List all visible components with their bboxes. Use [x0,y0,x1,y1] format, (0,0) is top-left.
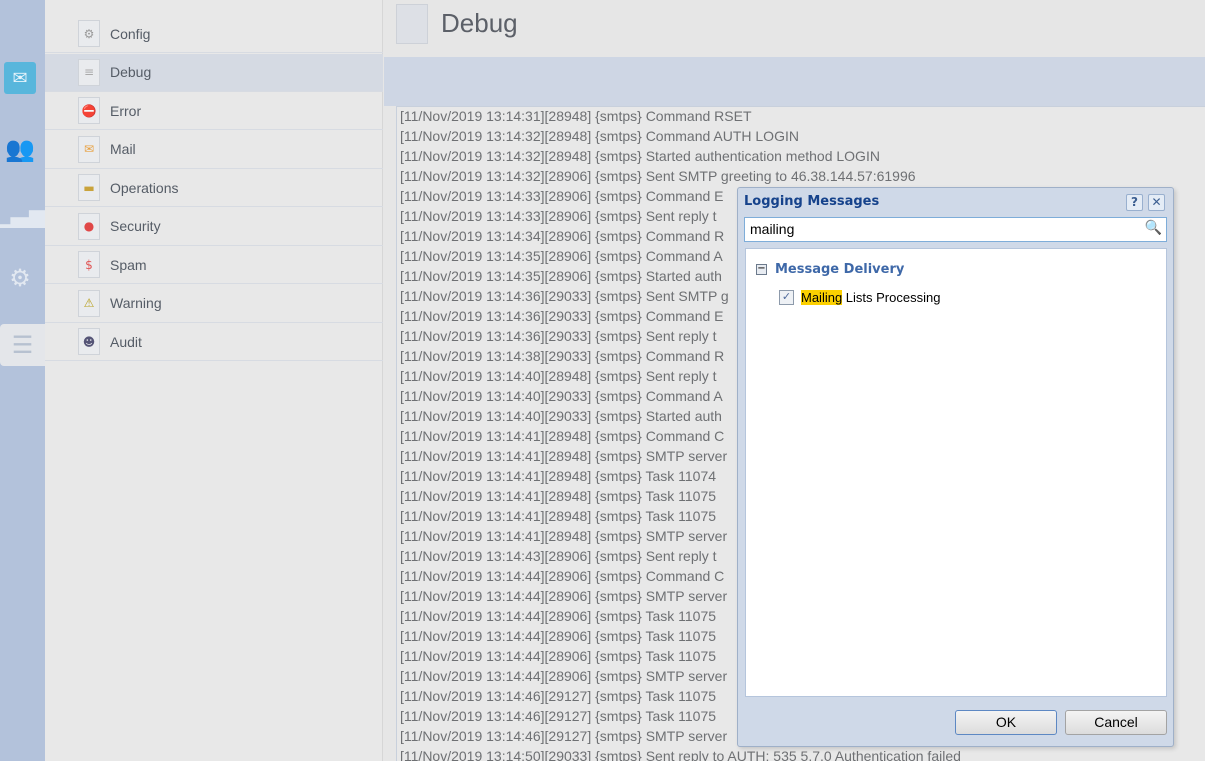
menu-item-label: Operations [110,179,179,196]
item-label: Lists Processing [842,290,941,305]
menu-item-label: Mail [110,141,136,157]
ok-button[interactable]: OK [955,710,1057,735]
gear-doc-icon: ⚙ [78,20,100,47]
envelope-icon: ✉ [78,135,100,163]
warning-icon: ⚠ [78,289,100,317]
menu-item-label: Warning [110,295,162,311]
search-icon[interactable]: 🔍 [1145,220,1162,236]
logging-messages-dialog: Logging Messages ? ✕ 🔍 − Message Deliver… [737,187,1174,747]
shield-icon: ● [78,212,100,240]
dialog-title: Logging Messages [744,194,880,209]
menu-item-spam[interactable]: $ Spam [45,246,383,284]
menu-item-config[interactable]: ⚙ Config [45,15,383,53]
log-type-menu: ⚙ Config ≡ Debug ⛔ Error ✉ Mail ▬ Operations ● Secu… [45,0,383,761]
search-input[interactable] [745,218,1135,240]
menu-item-operations[interactable]: ▬ Operations [45,169,383,207]
mail-icon[interactable]: ✉ [4,62,36,94]
collapse-icon[interactable]: − [756,264,767,275]
users-icon[interactable]: 👥 [4,133,36,165]
menu-item-label: Security [110,218,161,234]
tree-group[interactable]: − Message Delivery [756,262,904,277]
menu-item-label: Spam [110,256,147,273]
document-icon [396,4,428,44]
gear-icon[interactable]: ⚙ [4,262,36,294]
database-icon: ▬ [78,174,100,201]
logs-icon[interactable]: ☰ [0,324,45,366]
menu-item-debug[interactable]: ≡ Debug [45,53,383,92]
menu-item-security[interactable]: ● Security [45,208,383,246]
search-field: 🔍 [744,217,1167,242]
message-tree: − Message Delivery ✓ Mailing Lists Proce… [745,248,1167,697]
log-line: [11/Nov/2019 13:14:31][28948] {smtps} Co… [400,108,752,124]
close-button[interactable]: ✕ [1148,194,1165,211]
checkbox[interactable]: ✓ [779,290,794,305]
menu-item-label: Config [110,25,151,42]
page-header: Debug [384,0,1205,57]
search-highlight: Mailing [801,290,843,305]
log-line: [11/Nov/2019 13:14:32][28948] {smtps} St… [400,148,880,164]
menu-item-mail[interactable]: ✉ Mail [45,131,383,169]
help-button[interactable]: ? [1126,194,1143,211]
cancel-button[interactable]: Cancel [1065,710,1167,735]
menu-item-audit[interactable]: ☻ Audit [45,323,383,361]
group-label: Message Delivery [775,262,905,277]
log-line: [11/Nov/2019 13:14:32][28948] {smtps} Co… [400,128,799,144]
menu-item-label: Debug [110,64,152,80]
menu-item-warning[interactable]: ⚠ Warning [45,285,383,323]
error-icon: ⛔ [78,97,100,124]
log-line: [11/Nov/2019 13:14:50][29033] {smtps} Se… [400,748,961,761]
user-icon: ☻ [78,328,100,355]
stats-icon[interactable]: ▁▃▅ [0,198,48,230]
menu-item-label: Audit [110,333,142,350]
document-icon: ≡ [78,58,100,86]
toolbar-band [384,57,1205,106]
log-line: [11/Nov/2019 13:14:32][28906] {smtps} Se… [400,168,916,184]
menu-item-error[interactable]: ⛔ Error [45,92,383,130]
tree-item[interactable]: ✓ Mailing Lists Processing [779,290,940,305]
app-rail: ✉ 👥 ▁▃▅ ⚙ ☰ [0,0,48,761]
page-title: Debug [441,8,518,38]
menu-item-label: Error [110,102,142,119]
dollar-icon: $ [78,251,100,278]
